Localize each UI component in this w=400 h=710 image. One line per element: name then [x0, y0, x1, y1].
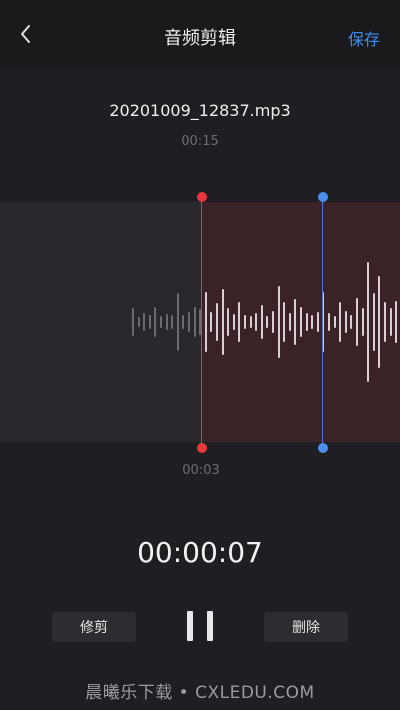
trim-end-handle-bottom[interactable]: [317, 443, 328, 453]
waveform-bar: [344, 311, 347, 333]
pause-icon[interactable]: [187, 611, 213, 641]
waveform-bar: [266, 316, 269, 328]
waveform-bar: [232, 314, 235, 330]
waveform-bar: [182, 315, 185, 329]
waveform-bar: [361, 308, 364, 336]
save-button[interactable]: 保存: [348, 26, 380, 50]
waveform: [0, 202, 400, 442]
waveform-bar: [176, 293, 179, 351]
trim-button[interactable]: 修剪: [52, 612, 136, 642]
waveform-bar: [143, 313, 146, 331]
waveform-bar: [210, 312, 213, 332]
waveform-bar: [283, 302, 286, 342]
waveform-bar: [288, 313, 291, 331]
waveform-bar: [378, 276, 381, 368]
waveform-bar: [244, 315, 246, 329]
trim-start-time: 00:03: [182, 463, 220, 478]
waveform-bar: [356, 298, 358, 346]
waveform-bar: [260, 305, 263, 339]
waveform-bar: [137, 317, 140, 327]
waveform-bar: [148, 315, 151, 329]
file-duration: 00:15: [181, 134, 219, 149]
trim-end-handle-top[interactable]: [317, 192, 328, 202]
waveform-bar: [238, 302, 241, 342]
waveform-bar: [154, 307, 157, 337]
waveform-bar: [333, 316, 336, 328]
page-title: 音频剪辑: [164, 28, 236, 49]
waveform-bar: [249, 316, 252, 328]
waveform-bar: [328, 313, 330, 331]
waveform-bar: [165, 314, 168, 330]
waveform-bar: [372, 293, 375, 351]
waveform-bar: [339, 302, 342, 342]
watermark: 晨曦乐下载 • CXLEDU.COM: [85, 683, 315, 703]
waveform-bar: [311, 315, 314, 329]
waveform-bar: [305, 313, 308, 331]
waveform-bar: [216, 303, 218, 341]
file-name: 20201009_12837.mp3: [109, 101, 291, 120]
waveform-bar: [367, 262, 370, 382]
waveform-bar: [395, 301, 398, 343]
waveform-bar: [294, 299, 297, 345]
waveform-bar: [300, 307, 302, 337]
waveform-bar: [160, 316, 162, 328]
waveform-bar: [389, 308, 392, 336]
waveform-bar: [188, 312, 190, 332]
waveform-bar: [204, 292, 207, 352]
waveform-bar: [221, 289, 224, 355]
trim-start-handle-top[interactable]: [196, 192, 207, 202]
waveform-bar: [316, 312, 319, 332]
waveform-bar: [171, 315, 174, 329]
navigation-bar: 音频剪辑 保存: [0, 0, 400, 68]
delete-button[interactable]: 删除: [264, 612, 348, 642]
waveform-bar: [277, 286, 280, 358]
waveform-bar: [132, 308, 134, 336]
playback-timer: 00:00:07: [137, 536, 263, 569]
waveform-bar: [255, 313, 258, 331]
waveform-bar: [350, 315, 353, 329]
trim-start-handle-bottom[interactable]: [196, 443, 207, 453]
waveform-bar: [193, 307, 196, 337]
waveform-bar: [227, 308, 230, 336]
waveform-bar: [384, 302, 386, 342]
waveform-bar: [272, 311, 274, 333]
trim-start-line[interactable]: [201, 197, 202, 447]
trim-end-line[interactable]: [322, 197, 323, 447]
